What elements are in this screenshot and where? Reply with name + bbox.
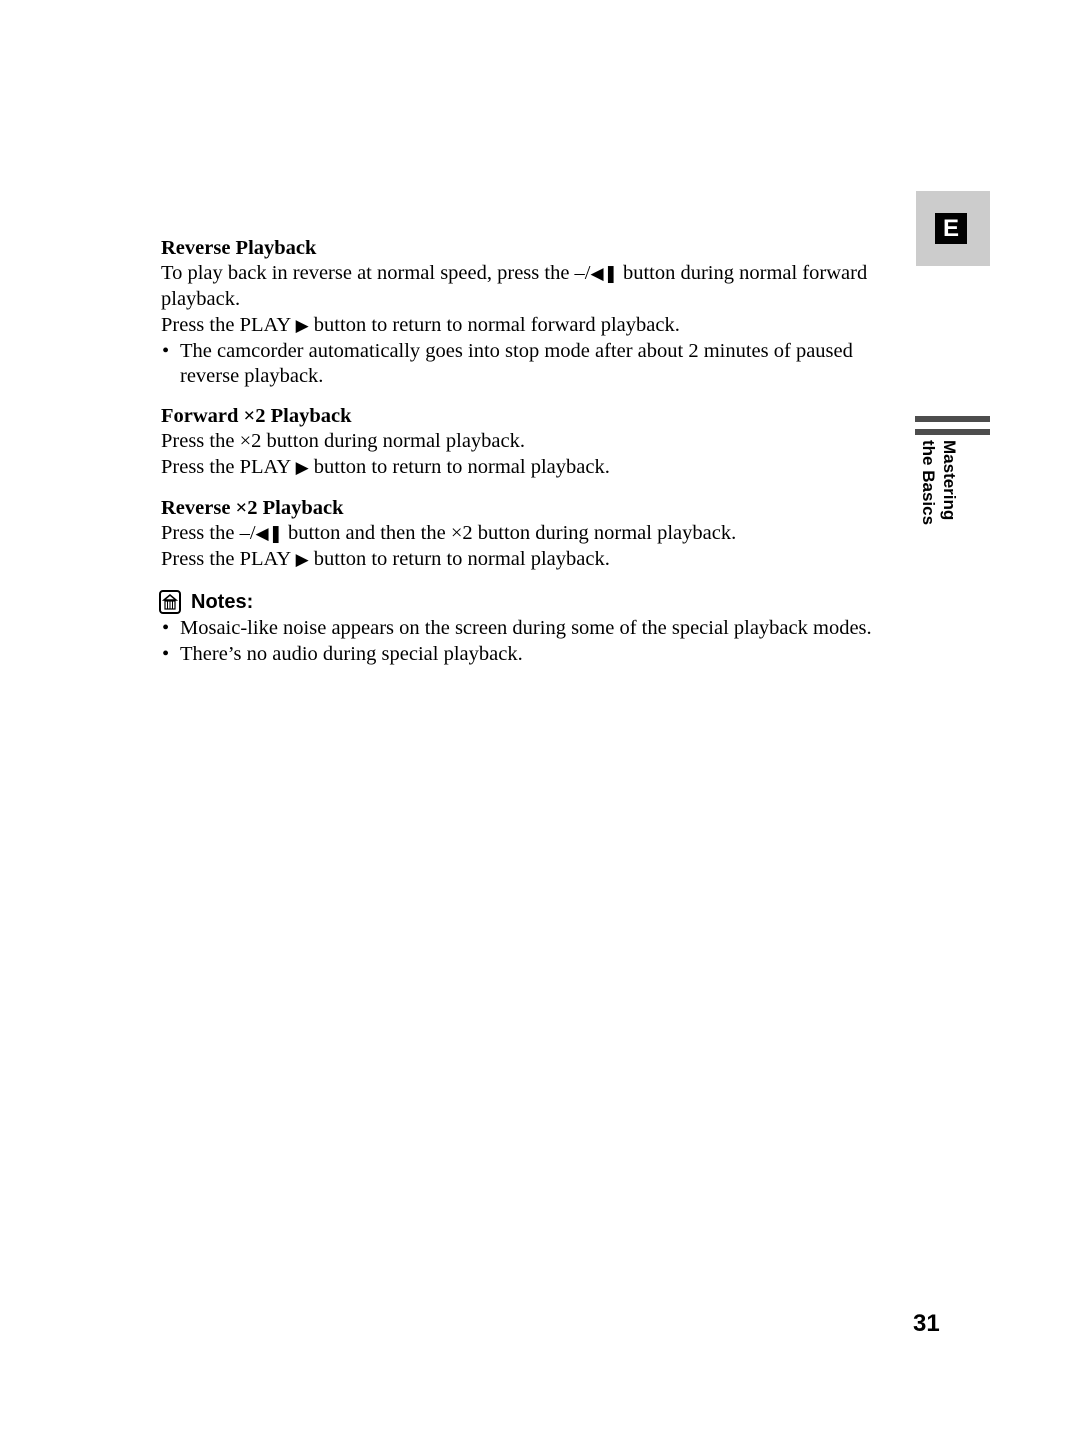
chapter-bar [915,416,990,422]
notes-label: Notes: [191,590,254,613]
text: button to return to normal forward playb… [308,313,680,336]
instruction-text: To play back in reverse at normal speed,… [161,261,881,312]
bullet-item: The camcorder automatically goes into st… [161,339,881,389]
note-item: There’s no audio during special playback… [161,642,881,667]
page-number: 31 [913,1310,940,1337]
notes-header: Notes: [159,588,881,616]
note-item: Mosaic-like noise appears on the screen … [161,616,881,641]
text: To play back in reverse at normal speed,… [161,262,591,285]
notes-icon [159,590,181,615]
instruction-text: Press the –/◀❚ button and then the ×2 bu… [161,521,881,547]
text: Press the PLAY [161,455,296,478]
section-reverse-x2-playback: Reverse ×2 Playback Press the –/◀❚ butto… [161,496,881,574]
instruction-text: Press the PLAY ▶ button to return to nor… [161,455,881,481]
section-heading: Reverse Playback [161,237,317,259]
text: button to return to normal playback. [308,548,610,571]
instruction-text: Press the PLAY ▶ button to return to nor… [161,313,881,339]
language-letter: E [935,213,967,244]
chapter-line-1: Mastering [940,440,959,521]
chapter-label: Mastering the Basics [916,440,960,540]
instruction-text: Press the PLAY ▶ button to return to nor… [161,547,881,573]
play-icon: ▶ [295,315,309,336]
text: button and then the ×2 button during nor… [282,522,737,545]
text: Press the PLAY [161,313,296,336]
section-heading: Reverse ×2 Playback [161,496,344,519]
instruction-text: Press the ×2 button during normal playba… [161,430,525,453]
notes-section: Notes: Mosaic-like noise appears on the … [159,588,881,667]
section-reverse-playback: Reverse Playback To play back in reverse… [161,236,881,389]
text: Press the PLAY [161,548,296,571]
section-heading: Forward ×2 Playback [161,405,352,428]
section-forward-x2-playback: Forward ×2 Playback Press the ×2 button … [161,404,881,481]
reverse-pause-icon: ◀❚ [590,264,618,285]
chapter-bar [915,429,990,435]
play-icon: ▶ [295,457,309,478]
language-tab: E [916,191,990,266]
page-content: Reverse Playback To play back in reverse… [159,236,881,667]
text: button to return to normal playback. [308,455,610,478]
chapter-label-text: Mastering the Basics [918,440,960,525]
chapter-line-2: the Basics [919,440,938,526]
play-icon: ▶ [295,550,309,571]
reverse-pause-icon: ◀❚ [255,524,283,545]
text: Press the –/ [161,522,256,545]
